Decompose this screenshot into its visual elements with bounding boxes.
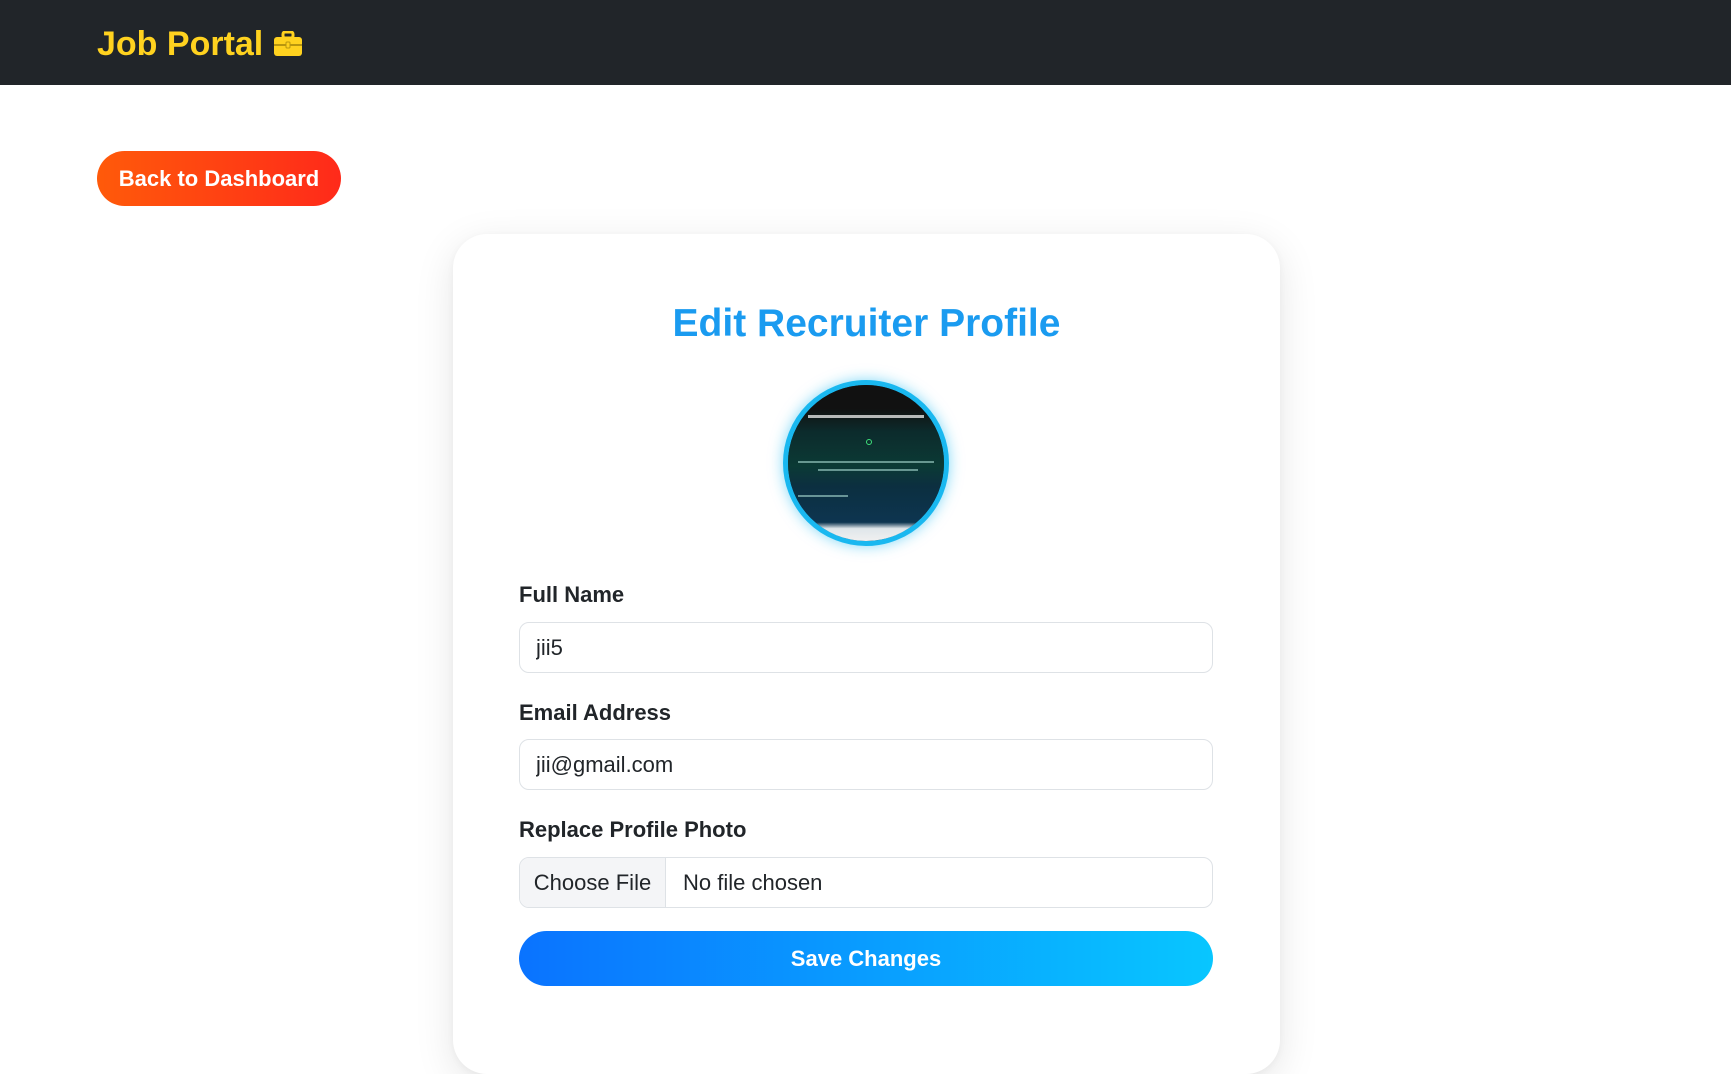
avatar-image-line <box>818 469 918 471</box>
back-to-dashboard-button[interactable]: Back to Dashboard <box>97 151 341 206</box>
profile-photo-label: Replace Profile Photo <box>519 817 747 842</box>
avatar-image-line <box>798 495 848 497</box>
avatar-image-line <box>798 461 934 463</box>
full-name-label: Full Name <box>519 582 625 607</box>
briefcase-icon <box>274 31 303 56</box>
email-label: Email Address <box>519 700 672 725</box>
save-changes-button[interactable]: Save Changes <box>519 931 1213 986</box>
top-navbar: Job Portal <box>0 0 1731 85</box>
profile-photo-file-input[interactable]: Choose File No file chosen <box>519 857 1213 908</box>
full-name-input[interactable] <box>519 622 1213 673</box>
email-input[interactable] <box>519 739 1213 790</box>
avatar-image-mark <box>866 439 872 445</box>
brand-link[interactable]: Job Portal <box>97 22 303 66</box>
profile-avatar <box>783 380 949 546</box>
edit-profile-card: Edit Recruiter Profile Full Name Email A… <box>453 234 1280 1074</box>
page-title: Edit Recruiter Profile <box>672 302 1061 345</box>
choose-file-button[interactable]: Choose File <box>520 858 666 907</box>
avatar-image <box>788 385 944 541</box>
brand-label: Job Portal <box>97 24 264 63</box>
file-status: No file chosen <box>683 869 823 895</box>
avatar-image-bar <box>808 415 924 418</box>
